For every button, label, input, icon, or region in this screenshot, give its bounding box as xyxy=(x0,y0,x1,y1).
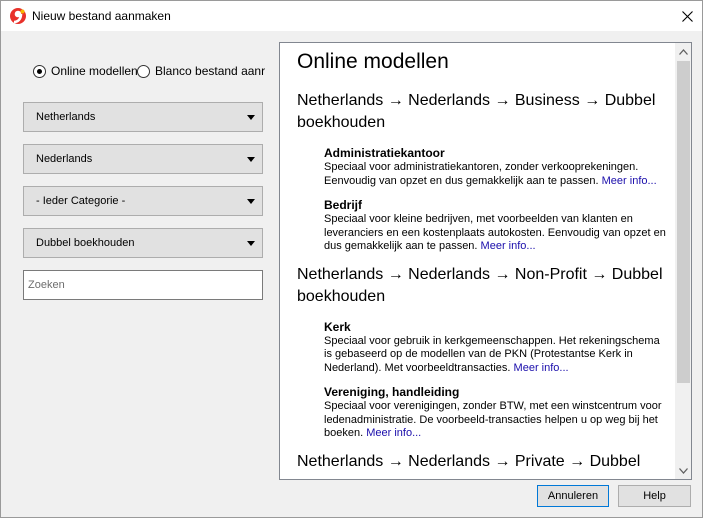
template-description: Speciaal voor kleine bedrijven, met voor… xyxy=(324,213,670,254)
template-title[interactable]: Administratiekantoor xyxy=(324,146,670,160)
list-item[interactable]: Administratiekantoor Speciaal voor admin… xyxy=(324,146,670,188)
template-title[interactable]: Kerk xyxy=(324,320,670,334)
chevron-down-icon xyxy=(247,157,255,162)
scroll-down-button[interactable] xyxy=(675,462,691,479)
template-description: Speciaal voor gebruik in kerkgemeenschap… xyxy=(324,335,670,376)
list-item[interactable]: Vereniging, handleiding Speciaal voor ve… xyxy=(324,385,670,441)
dialog-window: Nieuw bestand aanmaken Online modellen B… xyxy=(0,0,703,518)
app-logo-icon xyxy=(10,8,26,24)
vertical-scrollbar[interactable] xyxy=(675,43,691,479)
scroll-up-button[interactable] xyxy=(675,43,691,60)
template-description-text: Speciaal voor gebruik in kerkgemeenschap… xyxy=(324,334,660,374)
template-group: Netherlands → Nederlands → Business → Du… xyxy=(297,90,670,254)
chevron-down-icon xyxy=(679,467,688,474)
accounting-type-select[interactable]: Dubbel boekhouden xyxy=(23,228,263,258)
template-description-text: Speciaal voor administratiekantoren, zon… xyxy=(324,161,639,187)
accounting-type-select-value: Dubbel boekhouden xyxy=(36,237,135,249)
window-title: Nieuw bestand aanmaken xyxy=(32,9,171,23)
group-title: Netherlands → Nederlands → Private → Dub… xyxy=(297,452,641,470)
template-title[interactable]: Vereniging, handleiding xyxy=(324,385,670,399)
group-title: Netherlands → Nederlands → Non-Profit → … xyxy=(297,265,663,305)
chevron-down-icon xyxy=(247,199,255,204)
template-title[interactable]: Bedrijf xyxy=(324,198,670,212)
scroll-thumb[interactable] xyxy=(677,61,690,383)
close-button[interactable] xyxy=(673,3,701,29)
category-select-value: - Ieder Categorie - xyxy=(36,195,126,207)
search-input[interactable] xyxy=(23,270,263,300)
more-info-link[interactable]: Meer info... xyxy=(514,362,569,374)
radio-blank-file[interactable]: Blanco bestand aanr xyxy=(137,64,265,78)
help-button[interactable]: Help xyxy=(618,485,691,507)
filter-panel: Online modellen Blanco bestand aanr Neth… xyxy=(1,31,277,481)
more-info-link[interactable]: Meer info... xyxy=(602,175,657,187)
country-select-value: Netherlands xyxy=(36,111,96,123)
radio-blank-label: Blanco bestand aanr xyxy=(155,64,266,78)
language-select[interactable]: Nederlands xyxy=(23,144,263,174)
radio-blank-indicator[interactable] xyxy=(137,64,150,78)
list-item[interactable]: Kerk Speciaal voor gebruik in kerkgemeen… xyxy=(324,320,670,376)
page-title: Online modellen xyxy=(297,50,449,73)
template-description: Speciaal voor verenigingen, zonder BTW, … xyxy=(324,400,670,441)
template-group: Netherlands → Nederlands → Non-Profit → … xyxy=(297,264,670,441)
category-select[interactable]: - Ieder Categorie - xyxy=(23,186,263,216)
close-icon xyxy=(681,10,693,22)
cancel-button[interactable]: Annuleren xyxy=(537,485,609,507)
radio-online-label: Online modellen xyxy=(51,64,138,78)
more-info-link[interactable]: Meer info... xyxy=(366,427,421,439)
chevron-up-icon xyxy=(679,48,688,55)
template-description: Speciaal voor administratiekantoren, zon… xyxy=(324,161,670,188)
list-item[interactable]: Bedrijf Speciaal voor kleine bedrijven, … xyxy=(324,198,670,254)
chevron-down-icon xyxy=(247,241,255,246)
template-group: Netherlands → Nederlands → Private → Dub… xyxy=(297,451,670,473)
templates-list-panel: Online modellen Netherlands → Nederlands… xyxy=(279,42,692,480)
radio-online-models[interactable]: Online modellen xyxy=(33,64,138,78)
title-bar: Nieuw bestand aanmaken xyxy=(1,1,702,31)
country-select[interactable]: Netherlands xyxy=(23,102,263,132)
radio-online-indicator[interactable] xyxy=(33,64,46,78)
language-select-value: Nederlands xyxy=(36,153,93,165)
more-info-link[interactable]: Meer info... xyxy=(481,240,536,252)
chevron-down-icon xyxy=(247,115,255,120)
group-title: Netherlands → Nederlands → Business → Du… xyxy=(297,92,656,131)
templates-list-content: Online modellen Netherlands → Nederlands… xyxy=(280,43,676,479)
